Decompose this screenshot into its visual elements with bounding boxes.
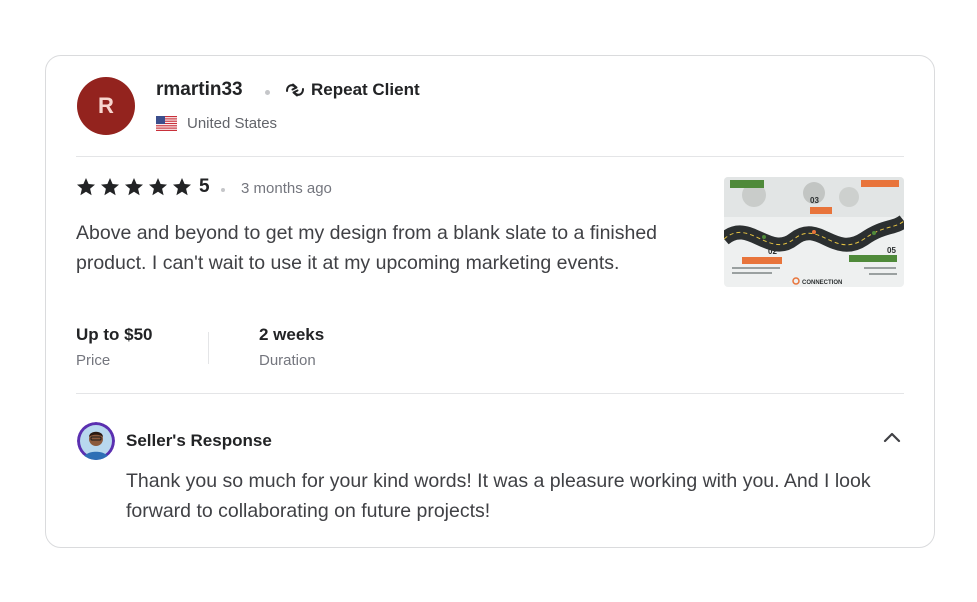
seller-response-title: Seller's Response bbox=[126, 431, 272, 450]
avatar-initial: R bbox=[98, 93, 114, 118]
thumb-label-02: 02 bbox=[768, 247, 777, 256]
header-divider bbox=[76, 156, 904, 157]
separator-dot bbox=[221, 188, 225, 192]
reviewer-avatar[interactable]: R bbox=[77, 77, 135, 135]
duration-label: Duration bbox=[259, 352, 316, 369]
country-name: United States bbox=[187, 115, 278, 132]
review-time: 3 months ago bbox=[241, 180, 332, 197]
review-card: R rmartin33 Repeat Client United States bbox=[45, 55, 935, 548]
star-icon bbox=[125, 178, 143, 196]
repeat-client-badge: Repeat Client bbox=[284, 80, 420, 100]
reviewer-username[interactable]: rmartin33 bbox=[156, 79, 243, 101]
thumb-label-03: 03 bbox=[810, 196, 819, 205]
duration-info: 2 weeks Duration bbox=[259, 325, 324, 369]
star-icon bbox=[101, 178, 119, 196]
thumb-brand: CONNECTION bbox=[802, 280, 842, 286]
repeat-client-label: Repeat Client bbox=[311, 80, 420, 99]
delivery-thumbnail[interactable]: 03 02 05 CONNECTION bbox=[724, 177, 904, 287]
price-value: Up to $50 bbox=[76, 325, 153, 344]
reviewer-country: United States bbox=[156, 115, 277, 132]
repeat-icon bbox=[286, 83, 304, 97]
star-icon bbox=[173, 178, 191, 196]
duration-value: 2 weeks bbox=[259, 325, 325, 344]
seller-response-text: Thank you so much for your kind words! I… bbox=[126, 470, 871, 522]
seller-avatar[interactable] bbox=[77, 422, 115, 460]
price-info: Up to $50 Price bbox=[76, 325, 153, 369]
review-text: Above and beyond to get my design from a… bbox=[76, 222, 658, 274]
us-flag-icon bbox=[156, 116, 177, 131]
price-label: Price bbox=[76, 352, 111, 369]
chevron-up-icon[interactable] bbox=[882, 428, 902, 448]
star-icon bbox=[149, 178, 167, 196]
star-icon bbox=[77, 178, 95, 196]
separator-dot bbox=[265, 90, 270, 95]
rating-value: 5 bbox=[199, 176, 210, 197]
meta-separator bbox=[208, 332, 209, 364]
response-divider bbox=[76, 393, 904, 394]
star-rating: 5 bbox=[76, 176, 210, 198]
thumb-label-05: 05 bbox=[887, 246, 896, 255]
